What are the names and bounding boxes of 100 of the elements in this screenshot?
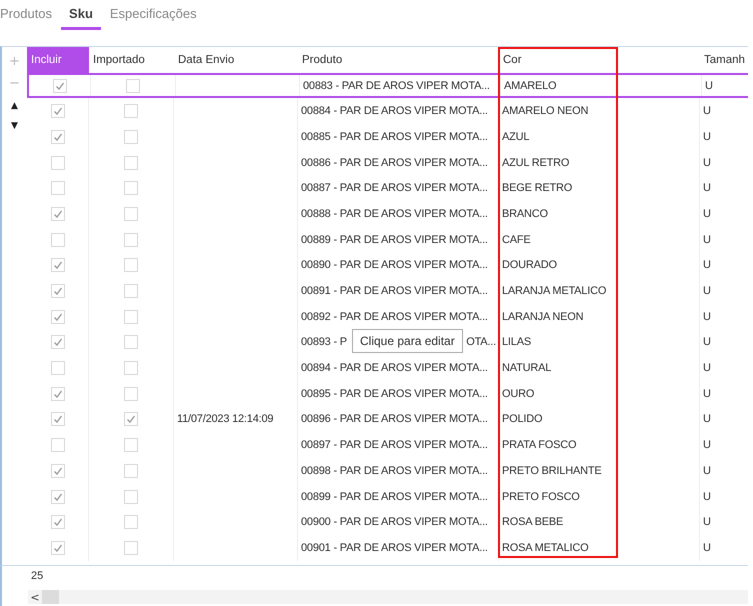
table-row[interactable]: 00895 - PAR DE AROS VIPER MOTA... OURO U bbox=[27, 380, 748, 407]
table-cell: ROSA BEBE bbox=[502, 516, 564, 528]
scrollbar-thumb[interactable] bbox=[42, 590, 59, 604]
table-cell: OURO bbox=[502, 388, 534, 400]
horizontal-scrollbar[interactable]: < bbox=[28, 590, 748, 604]
table-cell: 00887 - PAR DE AROS VIPER MOTA... bbox=[301, 182, 488, 194]
checkmark-icon bbox=[52, 388, 62, 399]
table-cell: U bbox=[703, 439, 711, 452]
table-row[interactable]: 00899 - PAR DE AROS VIPER MOTA... PRETO FOSCO U bbox=[27, 484, 748, 510]
table-cell: U bbox=[705, 80, 713, 92]
row-control-button[interactable]: ▲ bbox=[11, 95, 18, 115]
checkbox[interactable] bbox=[124, 412, 138, 426]
table-row[interactable]: 11/07/2023 12:14:09 00896 - PAR DE AROS VIPER MOTA... POLIDO U bbox=[27, 406, 748, 432]
checkmark-icon bbox=[52, 106, 62, 116]
checkbox[interactable] bbox=[50, 310, 64, 324]
checkbox[interactable] bbox=[124, 104, 138, 118]
column-header[interactable]: Incluir bbox=[27, 47, 89, 73]
table-cell: U bbox=[703, 285, 711, 298]
checkbox[interactable] bbox=[124, 361, 138, 376]
table-cell: 00901 - PAR DE AROS VIPER MOTA... bbox=[301, 542, 488, 554]
checkbox[interactable] bbox=[124, 258, 138, 272]
checkbox[interactable] bbox=[50, 412, 64, 426]
table-cell: U bbox=[703, 413, 711, 426]
table-row[interactable]: 00888 - PAR DE AROS VIPER MOTA... BRANCO U bbox=[27, 201, 748, 227]
checkbox[interactable] bbox=[124, 232, 138, 247]
checkmark-icon bbox=[52, 466, 62, 476]
column-header[interactable]: Importado bbox=[89, 47, 174, 73]
column-header[interactable]: Cor bbox=[499, 47, 700, 73]
checkbox[interactable] bbox=[50, 156, 64, 170]
checkmark-icon bbox=[52, 260, 62, 270]
checkbox[interactable] bbox=[124, 310, 138, 324]
checkbox[interactable] bbox=[124, 464, 138, 478]
table-cell: U bbox=[703, 182, 711, 194]
table-row[interactable]: 00890 - PAR DE AROS VIPER MOTA... DOURADO U bbox=[27, 252, 748, 278]
checkbox[interactable] bbox=[52, 78, 66, 93]
table-cell: 00886 - PAR DE AROS VIPER MOTA... bbox=[301, 156, 488, 169]
checkbox[interactable] bbox=[50, 104, 64, 118]
checkbox[interactable] bbox=[50, 361, 64, 376]
checkbox[interactable] bbox=[50, 130, 64, 144]
table-cell: PRETO BRILHANTE bbox=[502, 464, 602, 477]
checkmark-icon bbox=[52, 414, 62, 424]
checkbox[interactable] bbox=[124, 284, 138, 298]
row-control-button[interactable]: ▼ bbox=[11, 115, 18, 135]
table-row[interactable]: 00887 - PAR DE AROS VIPER MOTA... BEGE RETRO U bbox=[27, 175, 748, 202]
checkbox[interactable] bbox=[124, 515, 138, 530]
checkbox[interactable] bbox=[50, 438, 64, 452]
checkmark-icon bbox=[126, 414, 136, 424]
selected-row[interactable]: 00883 - PAR DE AROS VIPER MOTA... AMARELO U bbox=[27, 72, 748, 98]
table-row[interactable]: 00891 - PAR DE AROS VIPER MOTA... LARANJA METALICO U bbox=[27, 278, 748, 304]
column-header[interactable]: Data Envio bbox=[174, 47, 298, 73]
checkbox[interactable] bbox=[50, 335, 64, 350]
checkbox[interactable] bbox=[50, 490, 64, 504]
row-count: 25 bbox=[30, 569, 44, 584]
scroll-left-button[interactable]: < bbox=[28, 590, 42, 604]
tab[interactable]: Especificações bbox=[102, 6, 205, 30]
table-row[interactable]: 00900 - PAR DE AROS VIPER MOTA... ROSA BEBE U bbox=[27, 509, 748, 536]
checkbox[interactable] bbox=[124, 206, 138, 221]
checkbox[interactable] bbox=[124, 490, 138, 504]
table-cell: LARANJA METALICO bbox=[502, 285, 606, 298]
checkmark-icon bbox=[52, 312, 62, 322]
checkbox[interactable] bbox=[126, 78, 140, 93]
checkbox[interactable] bbox=[124, 130, 138, 144]
table-cell: U bbox=[703, 234, 711, 246]
checkmark-icon bbox=[52, 517, 62, 528]
checkmark-icon bbox=[52, 542, 62, 553]
table-row[interactable]: 00886 - PAR DE AROS VIPER MOTA... AZUL RETRO U bbox=[27, 150, 748, 176]
checkbox[interactable] bbox=[124, 181, 138, 196]
checkmark-icon bbox=[52, 132, 62, 142]
table-cell: AZUL bbox=[502, 130, 530, 143]
column-header[interactable]: Tamanh bbox=[700, 47, 748, 73]
tab[interactable]: Produtos bbox=[0, 6, 60, 30]
table-cell: 00893 - P bbox=[301, 336, 347, 348]
table-row[interactable]: 00889 - PAR DE AROS VIPER MOTA... CAFE U bbox=[27, 226, 748, 252]
checkbox[interactable] bbox=[50, 540, 64, 555]
checkbox[interactable] bbox=[124, 156, 138, 170]
checkbox[interactable] bbox=[50, 206, 64, 221]
tab[interactable]: Sku bbox=[61, 6, 101, 30]
table-row[interactable]: 00884 - PAR DE AROS VIPER MOTA... AMARELO NEON U bbox=[27, 98, 748, 124]
checkbox[interactable] bbox=[50, 284, 64, 298]
checkbox[interactable] bbox=[50, 515, 64, 530]
checkbox[interactable] bbox=[124, 540, 138, 555]
table-cell: U bbox=[703, 208, 711, 220]
table-cell: CAFE bbox=[502, 234, 531, 246]
checkbox[interactable] bbox=[124, 335, 138, 350]
column-header[interactable]: Produto bbox=[298, 47, 499, 73]
table-cell: U bbox=[703, 542, 711, 554]
checkbox[interactable] bbox=[124, 438, 138, 452]
checkbox[interactable] bbox=[50, 232, 64, 247]
checkbox[interactable] bbox=[50, 258, 64, 272]
checkbox[interactable] bbox=[124, 386, 138, 401]
checkbox[interactable] bbox=[50, 386, 64, 401]
table-row[interactable]: 00901 - PAR DE AROS VIPER MOTA... ROSA METALICO U bbox=[27, 535, 748, 561]
table-cell: 00884 - PAR DE AROS VIPER MOTA... bbox=[301, 105, 488, 118]
checkbox[interactable] bbox=[50, 464, 64, 478]
checkbox[interactable] bbox=[50, 181, 64, 196]
table-row[interactable]: 00897 - PAR DE AROS VIPER MOTA... PRATA FOSCO U bbox=[27, 432, 748, 458]
table-row[interactable]: 00898 - PAR DE AROS VIPER MOTA... PRETO BRILHANTE U bbox=[27, 458, 748, 484]
table-row[interactable]: 00894 - PAR DE AROS VIPER MOTA... NATURAL U bbox=[27, 355, 748, 381]
table-row[interactable]: 00885 - PAR DE AROS VIPER MOTA... AZUL U bbox=[27, 124, 748, 150]
table-cell: ROSA METALICO bbox=[502, 542, 588, 554]
